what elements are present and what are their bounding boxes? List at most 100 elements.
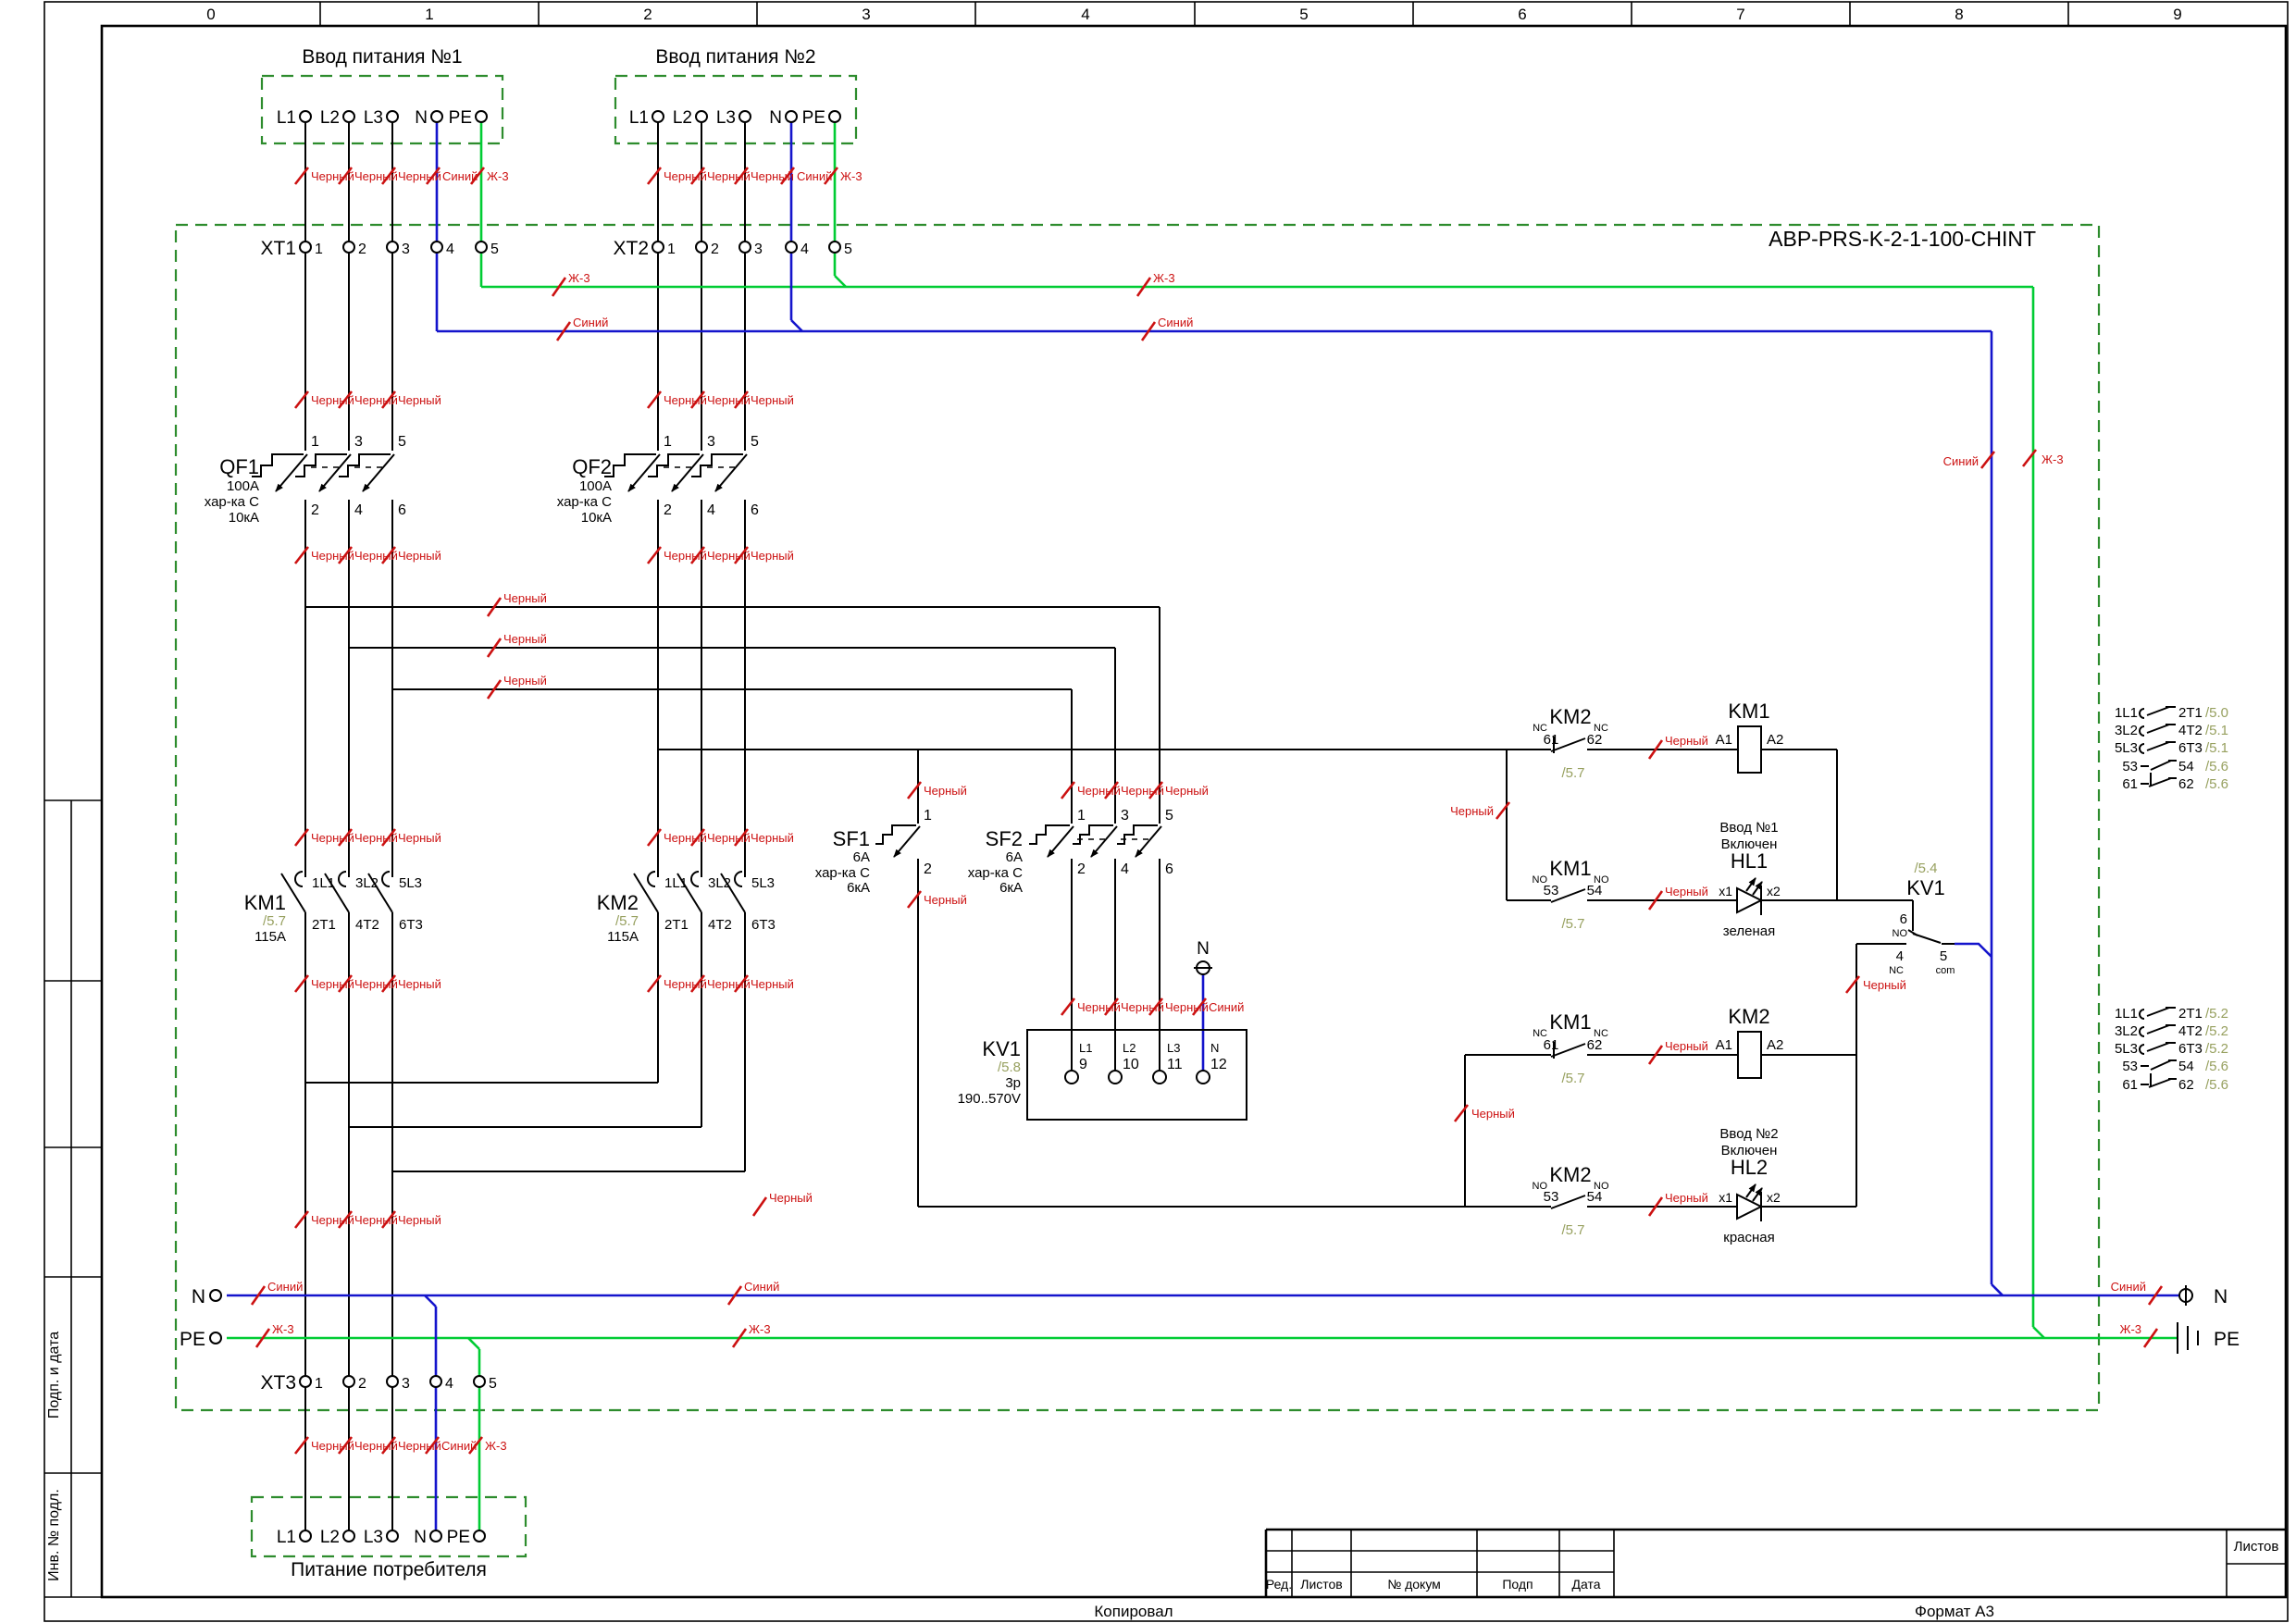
tb-listov: Листов (1300, 1577, 1343, 1592)
qf2-pin1: 1 (664, 434, 672, 450)
svg-text:Синий: Синий (267, 1280, 303, 1294)
xref-row: 1L1 2T1 /5.0 (2115, 705, 2228, 721)
qf2-pin6: 6 (751, 502, 759, 518)
qf2-pin4: 4 (707, 502, 715, 518)
input1-l3: L3 (364, 108, 383, 128)
n-net-tap: N (1194, 939, 1212, 975)
km1no-name: KM1 (1549, 857, 1591, 880)
svg-text:Черный: Черный (1665, 734, 1708, 748)
svg-text:Черный: Черный (1165, 784, 1209, 798)
sf2-pin2: 2 (1077, 861, 1086, 877)
footer-format: Формат А3 (1915, 1603, 1994, 1620)
input2-l2: L2 (673, 108, 692, 128)
wire-color-labels: Черный Черный Черный Синий Ж-3 Черный Че… (250, 167, 2164, 1455)
xt2-block: XT2 1 2 3 4 5 (613, 238, 852, 259)
svg-text:Ж-3: Ж-3 (1153, 271, 1175, 285)
sf2-pin1: 1 (1077, 808, 1086, 824)
km1-current: 115А (254, 929, 286, 945)
ruler-0: 0 (206, 6, 215, 23)
ruler-7: 7 (1736, 6, 1744, 23)
n-net-label: N (1197, 939, 1210, 959)
svg-text:61: 61 (2122, 1077, 2138, 1093)
kv1-range: 190..570V (958, 1091, 1021, 1107)
xt1-pin5: 5 (490, 242, 499, 257)
sf1-pin1: 1 (924, 808, 932, 824)
svg-text:/5.6: /5.6 (2205, 776, 2228, 792)
xt2-pin3: 3 (754, 242, 763, 257)
svg-text:5L3: 5L3 (2115, 740, 2138, 756)
hl2-color: красная (1723, 1230, 1775, 1245)
sf2-name: SF2 (986, 827, 1023, 850)
qf1-pin3: 3 (354, 434, 363, 450)
km2-pole3-top: 5L3 (751, 875, 775, 891)
km1-pole1-top: 1L1 (312, 875, 335, 891)
input1-n: N (415, 108, 428, 128)
svg-text:Черный: Черный (503, 591, 547, 605)
xt1-pin4: 4 (446, 242, 454, 257)
n-bus-label-right: N (2214, 1286, 2228, 1307)
kv1sw-ref: /5.4 (1914, 861, 1937, 876)
input2-box: Ввод питания №2 (614, 46, 858, 145)
svg-text:Ж-3: Ж-3 (568, 271, 590, 285)
qf2-icu: 10кА (581, 510, 612, 526)
hl2-x2: x2 (1767, 1190, 1781, 1205)
svg-text:Черный: Черный (398, 1213, 441, 1227)
svg-text:Черный: Черный (751, 393, 794, 407)
n-bus (227, 122, 2179, 1530)
input1-title: Ввод питания №1 (302, 46, 462, 68)
sf1-current: 6А (853, 849, 870, 865)
pe-bus-label-right: PE (2214, 1329, 2240, 1350)
xt3-pin2: 2 (358, 1376, 366, 1392)
sf2-pin6: 6 (1165, 861, 1173, 877)
ruler-5: 5 (1299, 6, 1308, 23)
svg-text:Черный: Черный (924, 893, 967, 907)
xref-row: 5L3 6T3 /5.2 (2115, 1041, 2228, 1057)
xt3-label: XT3 (260, 1372, 296, 1394)
xt1-label: XT1 (260, 238, 296, 259)
input2-title: Ввод питания №2 (655, 46, 815, 68)
ruler: 0 1 2 3 4 5 6 7 8 9 (206, 2, 2182, 26)
svg-text:Черный: Черный (398, 393, 441, 407)
svg-text:61: 61 (2122, 776, 2138, 792)
consumer-l2: L2 (320, 1528, 340, 1547)
kv1-changeover-contact: /5.4 KV1 6 NO 4 NC 5 com (1889, 861, 1955, 976)
stamp-inv-label: Инв. № подл. (46, 1489, 62, 1581)
xt3-pin5: 5 (489, 1376, 497, 1392)
qf1-curve: хар-ка С (205, 494, 259, 510)
kv1sw-com: com (1936, 965, 1955, 976)
input2-l3: L3 (716, 108, 736, 128)
svg-text:Ж-3: Ж-3 (485, 1439, 507, 1453)
svg-text:62: 62 (2178, 1077, 2194, 1093)
km1no-ref: /5.7 (1561, 916, 1584, 932)
svg-text:62: 62 (2178, 776, 2194, 792)
qf1-pin1: 1 (311, 434, 319, 450)
svg-text:Синий: Синий (1158, 316, 1193, 329)
hl1-x2: x2 (1767, 884, 1781, 898)
km1nc-62: 62 (1587, 1037, 1603, 1053)
ruler-4: 4 (1081, 6, 1089, 23)
sf2-current: 6А (1006, 849, 1023, 865)
svg-text:Черный: Черный (1665, 885, 1708, 898)
tb-listov-right: Листов (2234, 1539, 2279, 1555)
xt3-block: XT3 1 2 3 4 5 (260, 1372, 497, 1394)
qf1-pin6: 6 (398, 502, 406, 518)
consumer-l3: L3 (364, 1528, 383, 1547)
svg-text:Синий: Синий (2111, 1280, 2146, 1294)
consumer-title: Питание потребителя (291, 1559, 487, 1580)
kv1sw-pin4: 4 (1896, 948, 1904, 964)
consumer-n: N (414, 1528, 427, 1547)
input1-pe: PE (449, 108, 472, 128)
sf1-curve: хар-ка С (815, 865, 870, 881)
km2-no-contact: KM2 NO NO 53 54 /5.7 (1533, 1163, 1609, 1238)
xref-row: 3L2 4T2 /5.2 (2115, 1023, 2228, 1039)
km2-pole1-top: 1L1 (664, 875, 688, 891)
svg-text:Черный: Черный (1471, 1107, 1515, 1121)
svg-text:Черный: Черный (751, 831, 794, 845)
svg-text:2T1: 2T1 (2178, 705, 2203, 721)
svg-text:Синий: Синий (573, 316, 608, 329)
svg-text:Черный: Черный (503, 632, 547, 646)
power-wires-black (304, 122, 1160, 1530)
km1-pole2-bot: 4T2 (355, 917, 379, 933)
km1-pole2-top: 3L2 (355, 875, 379, 891)
km2-ref: /5.7 (615, 913, 639, 929)
